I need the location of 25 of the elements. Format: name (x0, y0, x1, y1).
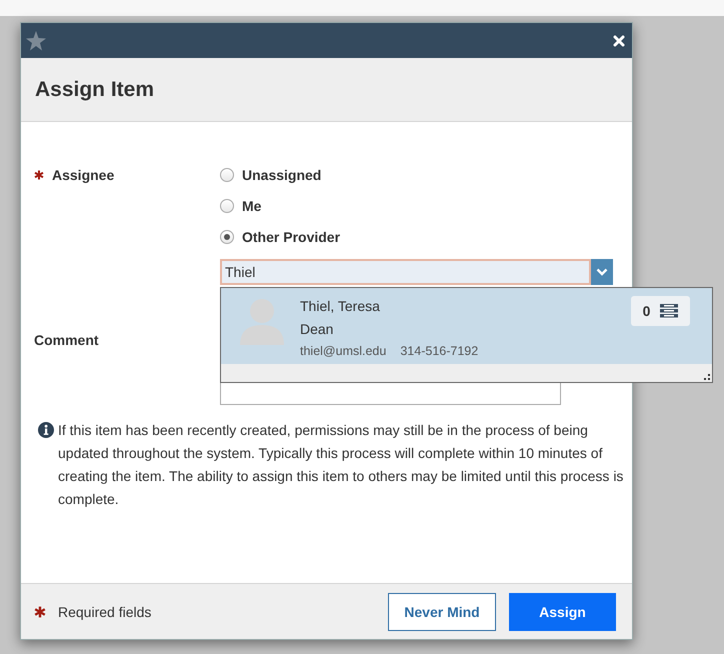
provider-name: Thiel, Teresa (300, 298, 381, 316)
provider-title: Dean (300, 321, 334, 339)
required-asterisk-icon (34, 606, 46, 618)
resize-grip-icon (704, 374, 710, 380)
field-label: Assignee (52, 166, 114, 182)
close-icon[interactable] (612, 34, 626, 48)
star-logo-icon (25, 30, 47, 52)
item-count-badge: 0 (631, 296, 690, 326)
dropdown-button[interactable] (591, 259, 613, 285)
caret-icon (596, 268, 608, 276)
info-message: If this item has been recently created, permissions may still be in the process of being updated throughout the system. Typically this process will complete within 10 minutes of creating the item. The ability to assign this item to others may be limited until this process is complete. (58, 421, 624, 509)
radio-option[interactable]: Unassigned (220, 159, 322, 190)
provider-search-field[interactable]: Thiel (220, 259, 591, 285)
provider-suggestion[interactable]: Thiel, Teresa Dean thiel@umsl.edu 314-516-7192 0 (221, 288, 712, 364)
required-fields-note: Required fields (58, 604, 152, 620)
field-label: Comment (34, 332, 99, 348)
dialog-title: Assign Item (35, 78, 154, 102)
cancel-button[interactable]: Never Mind (388, 592, 496, 630)
info-icon (38, 422, 54, 438)
provider-phone: 314-516-7192 (400, 344, 478, 358)
provider-email: thiel@umsl.edu (300, 344, 386, 358)
assign-button[interactable]: Assign (509, 592, 616, 630)
list-icon (660, 304, 678, 318)
radio-option[interactable]: Other Provider (220, 221, 340, 252)
radio-option[interactable]: Me (220, 190, 262, 221)
